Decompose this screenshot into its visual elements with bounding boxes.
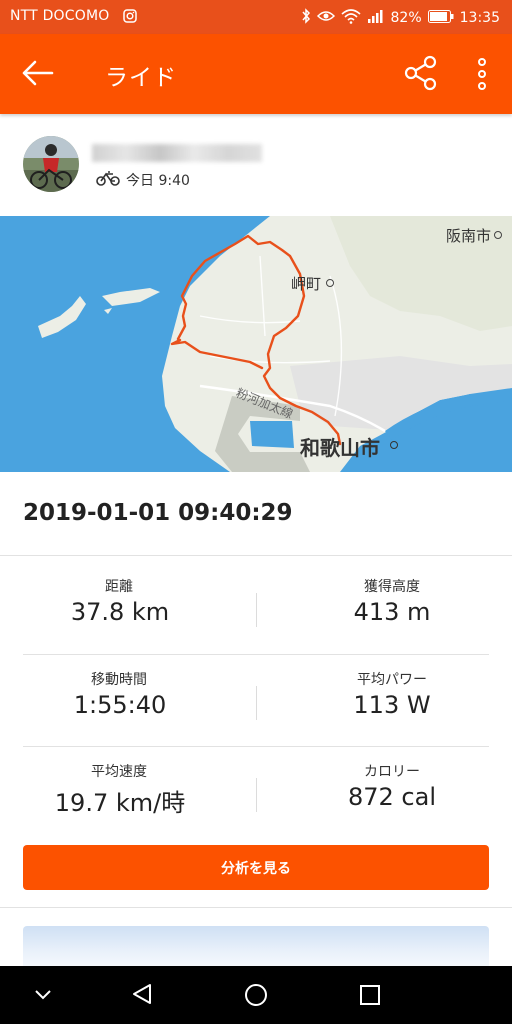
route-map[interactable]: 阪南市 岬町 和歌山市 粉河加太線 [0, 216, 512, 472]
wifi-icon [340, 8, 361, 28]
clock: 13:35 [459, 10, 500, 26]
system-nav-bar [0, 966, 512, 1024]
battery-percent: 82% [390, 10, 422, 26]
view-analysis-button[interactable]: 分析を見る [23, 845, 489, 890]
eye-comfort-icon [316, 10, 335, 26]
more-button[interactable] [470, 56, 494, 96]
status-bar: NTT DOCOMO 82% 13:35 [0, 0, 512, 34]
stat-calories-label: カロリー [364, 764, 420, 780]
chevron-down-icon [33, 986, 53, 1005]
city-marker [390, 441, 398, 449]
divider [0, 907, 512, 908]
more-vert-icon [470, 58, 494, 96]
stat-moving-time-label: 移動時間 [91, 672, 147, 688]
divider [23, 654, 489, 655]
map-label-wakayama: 和歌山市 [300, 436, 380, 460]
stat-avg-speed-label: 平均速度 [91, 764, 147, 780]
map-label-hannan: 阪南市 [446, 227, 492, 245]
activity-datetime: 2019-01-01 09:40:29 [23, 500, 293, 526]
instagram-icon [123, 9, 137, 27]
battery-icon [427, 9, 454, 27]
activity-time: 今日 9:40 [126, 173, 190, 189]
stat-moving-time-value: 1:55:40 [73, 691, 167, 719]
share-icon [402, 55, 440, 96]
stat-avg-speed-value: 19.7 km/時 [54, 789, 186, 817]
stat-calories-value: 872 cal [347, 783, 436, 811]
arrow-left-icon [20, 60, 56, 92]
bluetooth-icon [301, 8, 311, 28]
hide-nav-button[interactable] [33, 986, 53, 1005]
recents-nav-button[interactable] [359, 984, 381, 1010]
carrier-name: NTT DOCOMO [10, 8, 110, 24]
circle-home-icon [244, 984, 268, 1011]
stat-avg-power-label: 平均パワー [357, 672, 427, 688]
app-bar: ライド [0, 34, 512, 114]
home-nav-button[interactable] [244, 983, 268, 1011]
bike-icon [96, 170, 120, 190]
divider [23, 746, 489, 747]
share-button[interactable] [402, 54, 440, 96]
back-nav-button[interactable] [131, 982, 153, 1010]
back-button[interactable] [20, 58, 56, 92]
divider [256, 593, 257, 627]
stat-elevation-value: 413 m [353, 598, 431, 626]
activity-meta: 今日 9:40 [96, 170, 190, 190]
divider [0, 555, 512, 556]
triangle-back-icon [131, 984, 153, 1010]
divider [256, 778, 257, 812]
signal-icon [367, 9, 385, 27]
city-marker [326, 279, 334, 287]
city-marker [494, 231, 502, 239]
map-label-misaki: 岬町 [291, 275, 322, 293]
stat-distance-value: 37.8 km [70, 598, 170, 626]
page-title: ライド [105, 65, 177, 91]
square-recents-icon [359, 985, 381, 1010]
stat-distance-label: 距離 [105, 579, 133, 595]
stat-elevation-label: 獲得高度 [364, 579, 420, 595]
athlete-name-blurred [92, 144, 262, 162]
divider [256, 686, 257, 720]
stat-avg-power-value: 113 W [353, 691, 431, 719]
avatar[interactable] [23, 136, 79, 192]
